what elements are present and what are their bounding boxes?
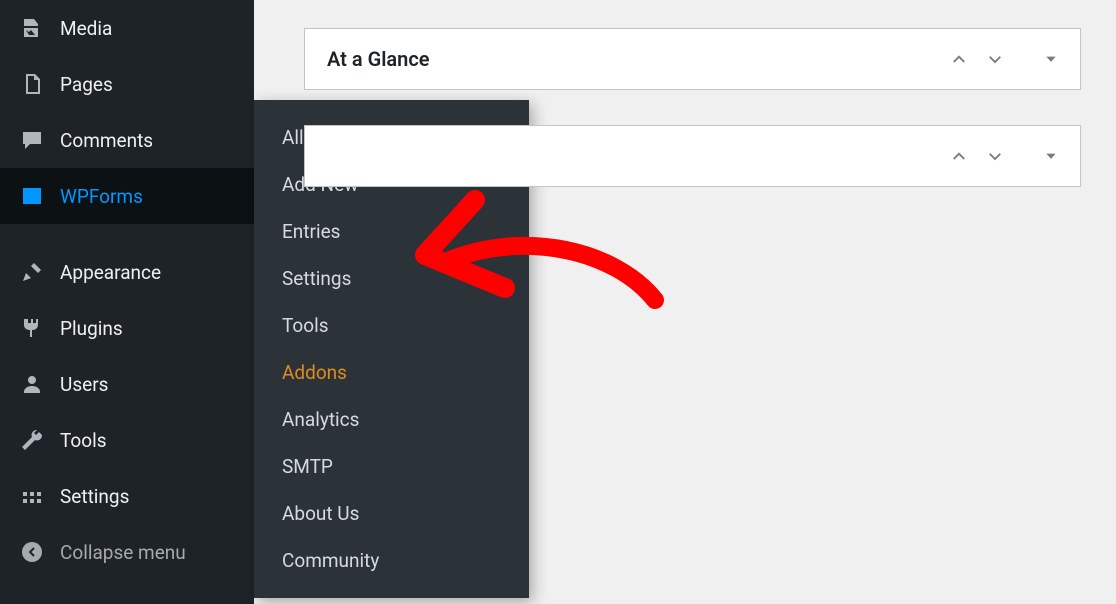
media-icon [18,14,46,42]
panel-controls [950,50,1058,68]
sidebar-item-collapse[interactable]: Collapse menu [0,524,254,580]
sidebar-item-tools[interactable]: Tools [0,412,254,468]
panel-title: At a Glance [327,47,950,71]
comments-icon [18,126,46,154]
sidebar-item-plugins[interactable]: Plugins [0,300,254,356]
sidebar-item-label: Tools [60,429,107,452]
caret-down-icon[interactable] [1044,149,1058,163]
sidebar-item-media[interactable]: Media [0,0,254,56]
chevron-up-icon[interactable] [950,147,968,165]
chevron-down-icon[interactable] [986,50,1004,68]
chevron-up-icon[interactable] [950,50,968,68]
chevron-down-icon[interactable] [986,147,1004,165]
panel-controls [950,147,1058,165]
sidebar-item-label: Media [60,17,112,40]
sidebar-item-users[interactable]: Users [0,356,254,412]
sidebar-item-comments[interactable]: Comments [0,112,254,168]
pages-icon [18,70,46,98]
sidebar-item-wpforms[interactable]: WPForms [0,168,254,224]
collapse-icon [18,538,46,566]
appearance-icon [18,258,46,286]
content-area: At a Glance [254,0,1116,604]
sidebar-item-label: Pages [60,73,113,96]
tools-icon [18,426,46,454]
sidebar-item-label: Settings [60,485,129,508]
secondary-panel [304,125,1081,187]
sidebar-item-pages[interactable]: Pages [0,56,254,112]
wpforms-icon [18,182,46,210]
admin-sidebar: Media Pages Comments WPForms Appearance … [0,0,254,604]
settings-icon [18,482,46,510]
sidebar-item-label: Plugins [60,317,123,340]
sidebar-item-label: Appearance [60,261,161,284]
caret-down-icon[interactable] [1044,52,1058,66]
users-icon [18,370,46,398]
sidebar-item-label: Users [60,373,108,396]
sidebar-item-label: Collapse menu [60,541,186,564]
sidebar-item-label: Comments [60,129,153,152]
sidebar-item-appearance[interactable]: Appearance [0,244,254,300]
at-a-glance-panel: At a Glance [304,28,1081,90]
plugins-icon [18,314,46,342]
sidebar-item-label: WPForms [60,185,143,208]
sidebar-item-settings[interactable]: Settings [0,468,254,524]
